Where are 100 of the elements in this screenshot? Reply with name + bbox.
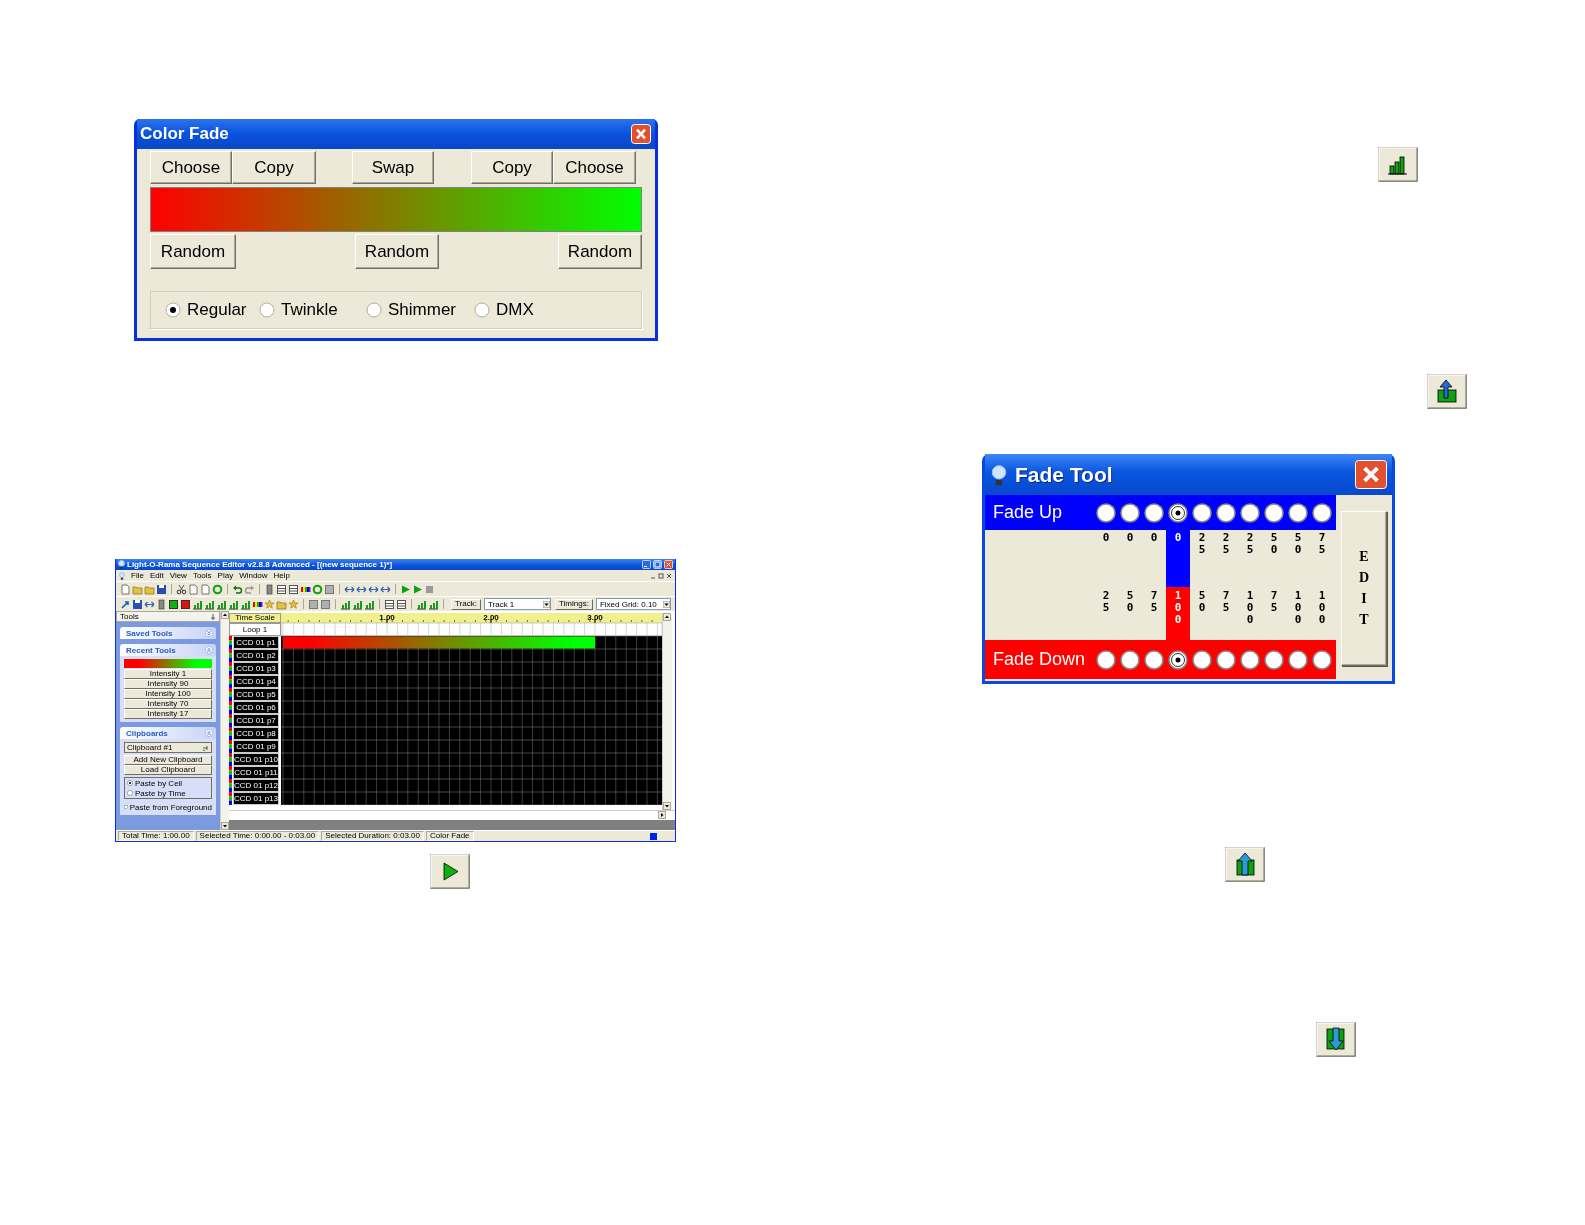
star-icon[interactable] [264, 598, 275, 610]
radio-button[interactable] [1264, 649, 1284, 670]
window-controls-icon[interactable] [650, 571, 672, 580]
choose-button[interactable]: Choose [553, 151, 636, 184]
pin-icon[interactable] [210, 613, 216, 620]
dropdown-arrow-icon[interactable] [542, 600, 550, 608]
radio-button[interactable] [1312, 502, 1332, 523]
star-icon[interactable] [288, 598, 299, 610]
radio-button[interactable] [1192, 649, 1212, 670]
grid-icon[interactable] [396, 598, 407, 610]
radio-button[interactable] [1216, 649, 1236, 670]
expand-icon[interactable] [205, 629, 213, 637]
radio-button[interactable] [1240, 649, 1260, 670]
track-button[interactable]: Track: [451, 598, 481, 610]
undo-icon[interactable] [232, 583, 243, 595]
channel-label: CCD 01 p2 [233, 649, 279, 662]
scroll-down-icon[interactable] [221, 822, 229, 830]
bar-chart-icon[interactable] [1378, 147, 1418, 182]
ring-icon[interactable] [212, 583, 223, 595]
random-button[interactable]: Random [355, 234, 439, 269]
radio-button[interactable] [1312, 649, 1332, 670]
radio-button[interactable] [1096, 649, 1116, 670]
radio-button[interactable] [1264, 502, 1284, 523]
checkbox[interactable] [124, 804, 128, 810]
square-icon[interactable] [320, 598, 331, 610]
radio-button[interactable] [1120, 649, 1140, 670]
random-button[interactable]: Random [558, 234, 642, 269]
radio-button[interactable] [1216, 502, 1236, 523]
column-icon[interactable] [156, 598, 167, 610]
menu-item[interactable]: File [131, 571, 144, 580]
column-icon[interactable] [264, 583, 275, 595]
radio-label: Twinkle [281, 300, 338, 320]
radio-button[interactable] [1144, 649, 1164, 670]
radio-button[interactable] [259, 302, 275, 318]
play-icon[interactable] [412, 583, 423, 595]
scissors-icon[interactable] [176, 583, 187, 595]
scroll-up-icon[interactable] [221, 611, 229, 619]
grid-icon[interactable] [276, 583, 287, 595]
menu-item[interactable]: Tools [192, 571, 212, 580]
close-button[interactable] [631, 124, 651, 144]
edit-button[interactable]: EDIT [1341, 510, 1387, 666]
save-icon[interactable] [132, 598, 143, 610]
bar-chart-up-arrow-icon[interactable] [1427, 374, 1467, 409]
timings-button[interactable]: Timings: [554, 598, 593, 610]
radio-button[interactable] [1192, 502, 1212, 523]
play-icon[interactable] [430, 854, 470, 889]
page-icon[interactable] [200, 583, 211, 595]
radio-button[interactable] [366, 302, 382, 318]
fade-value: 25 [1246, 532, 1254, 558]
color-fade-swatch[interactable] [124, 659, 212, 668]
random-button[interactable]: Random [150, 234, 236, 269]
status-field: Selected Time: 0:00.00 - 0:03.00 [195, 831, 320, 841]
radio-button[interactable] [1144, 502, 1164, 523]
timing-dropdown[interactable]: Fixed Grid: 0.10 [595, 598, 671, 610]
radio-button[interactable] [1168, 502, 1188, 523]
scroll-down-icon[interactable] [663, 802, 671, 810]
radio-button[interactable] [474, 302, 490, 318]
square-icon[interactable] [308, 598, 319, 610]
menu-item[interactable]: Play [217, 571, 234, 580]
grid-icon[interactable] [288, 583, 299, 595]
channel-grid[interactable] [281, 635, 662, 805]
close-button[interactable] [664, 560, 673, 569]
clipboard-dropdown[interactable]: Clipboard #1 [124, 742, 212, 753]
swap-button[interactable]: Swap [352, 151, 434, 184]
radio-button[interactable] [1288, 502, 1308, 523]
maximize-button[interactable] [653, 560, 662, 569]
copy-button[interactable]: Copy [471, 151, 553, 184]
radio-button[interactable] [127, 790, 133, 796]
tool-button[interactable]: Intensity 17 [124, 709, 212, 719]
radio-button[interactable] [127, 780, 133, 786]
down-arrow-icon[interactable] [1316, 1022, 1356, 1057]
save-icon[interactable] [156, 583, 167, 595]
radio-button[interactable] [1288, 649, 1308, 670]
copy-button[interactable]: Copy [232, 151, 316, 184]
close-button[interactable] [1355, 460, 1387, 489]
clipboard-button[interactable]: Load Clipboard [124, 765, 212, 775]
radio-button[interactable] [1120, 502, 1140, 523]
menu-item[interactable]: View [169, 571, 187, 580]
pin-icon[interactable] [202, 744, 209, 751]
scroll-up-icon[interactable] [663, 613, 671, 621]
radio-button[interactable] [1168, 649, 1188, 670]
tool-button[interactable]: Intensity 1 [124, 669, 212, 679]
arrow-icon[interactable] [120, 598, 131, 610]
square-icon[interactable] [324, 583, 335, 595]
track-dropdown[interactable]: Track 1 [483, 598, 551, 610]
grid-icon[interactable] [384, 598, 395, 610]
block-icon[interactable] [168, 598, 179, 610]
menu-item[interactable]: Edit [149, 571, 164, 580]
dropdown-arrow-icon[interactable] [662, 600, 670, 608]
choose-button[interactable]: Choose [150, 151, 232, 184]
minimize-button[interactable] [642, 560, 651, 569]
radio-button[interactable] [1096, 502, 1116, 523]
menu-item[interactable]: Window [239, 571, 268, 580]
page-icon[interactable] [120, 583, 131, 595]
stop-block-icon[interactable] [180, 598, 191, 610]
scroll-right-icon[interactable] [658, 811, 666, 819]
radio-button[interactable] [165, 302, 181, 318]
up-arrow-icon[interactable] [1225, 847, 1265, 882]
menu-item[interactable]: Help [273, 571, 291, 580]
radio-button[interactable] [1240, 502, 1260, 523]
